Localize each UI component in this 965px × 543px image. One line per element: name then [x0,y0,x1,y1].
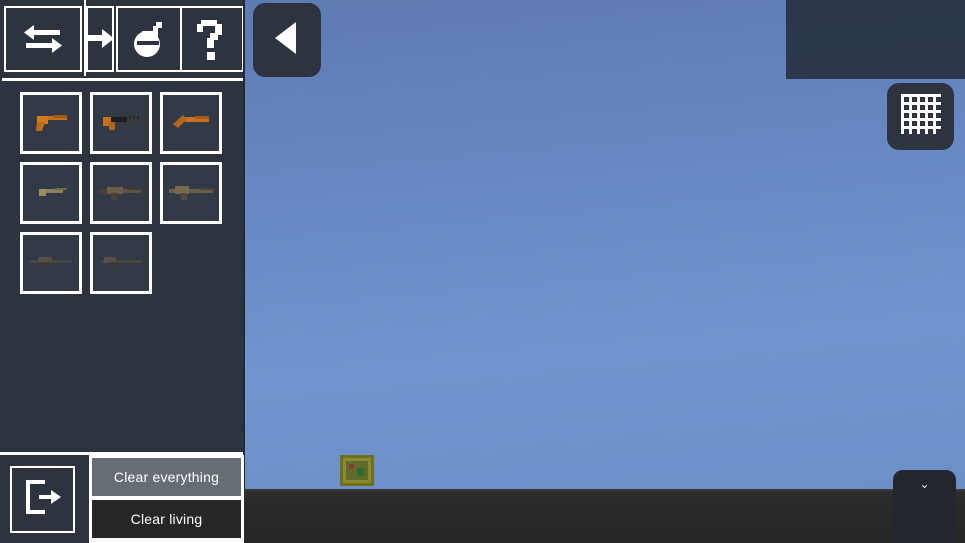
download-icon: ⌄ [919,477,930,491]
inventory-row [20,162,235,224]
assault-rifle-icon [95,180,147,207]
inventory-row [20,232,235,294]
machine-gun-icon [96,251,146,276]
weapon-inventory-grid [20,92,235,302]
grenade-button[interactable] [116,6,182,72]
playback-controls-panel [786,0,965,79]
sawed-off-shotgun-icon [169,110,213,137]
clear-everything-button[interactable]: Clear everything [92,458,241,496]
grid-button[interactable] [887,83,954,150]
battle-rifle-icon [165,180,217,207]
sniper-rifle-icon [26,251,76,276]
next-button[interactable] [86,6,114,72]
app-root: Clear everything Clear living ⌄ [0,0,965,543]
clear-living-button[interactable]: Clear living [92,500,241,538]
download-button[interactable]: ⌄ [893,470,956,543]
toolbar-underline [2,78,243,81]
exit-door-icon [21,477,65,522]
smg-icon [97,109,145,138]
grid-icon [899,92,943,141]
sidebar-toolbar [0,0,245,81]
inventory-slot-smg[interactable] [90,92,152,154]
crate-detail-green [357,468,364,476]
inventory-slot-assault-rifle[interactable] [90,162,152,224]
help-button[interactable] [180,6,244,72]
swap-arrows-icon [20,21,66,57]
crate-entity[interactable] [340,455,374,486]
triangle-left-icon [270,18,304,63]
exit-button[interactable] [10,466,75,533]
pistol-icon [29,109,73,138]
question-mark-icon [195,16,229,62]
inventory-slot-pistol[interactable] [20,92,82,154]
clear-buttons-panel: Clear everything Clear living [89,455,244,543]
inventory-slot-submachine-gun[interactable] [20,162,82,224]
inventory-slot-battle-rifle[interactable] [160,162,222,224]
back-button[interactable] [253,3,321,77]
crate-detail-red [349,464,354,469]
swap-button[interactable] [4,6,82,72]
arrow-right-icon [88,26,112,52]
submachine-gun-icon [29,181,73,206]
inventory-slot-sniper-rifle[interactable] [20,232,82,294]
inventory-slot-machine-gun[interactable] [90,232,152,294]
grenade-icon [129,18,169,60]
inventory-slot-sawed-off-shotgun[interactable] [160,92,222,154]
inventory-row [20,92,235,154]
